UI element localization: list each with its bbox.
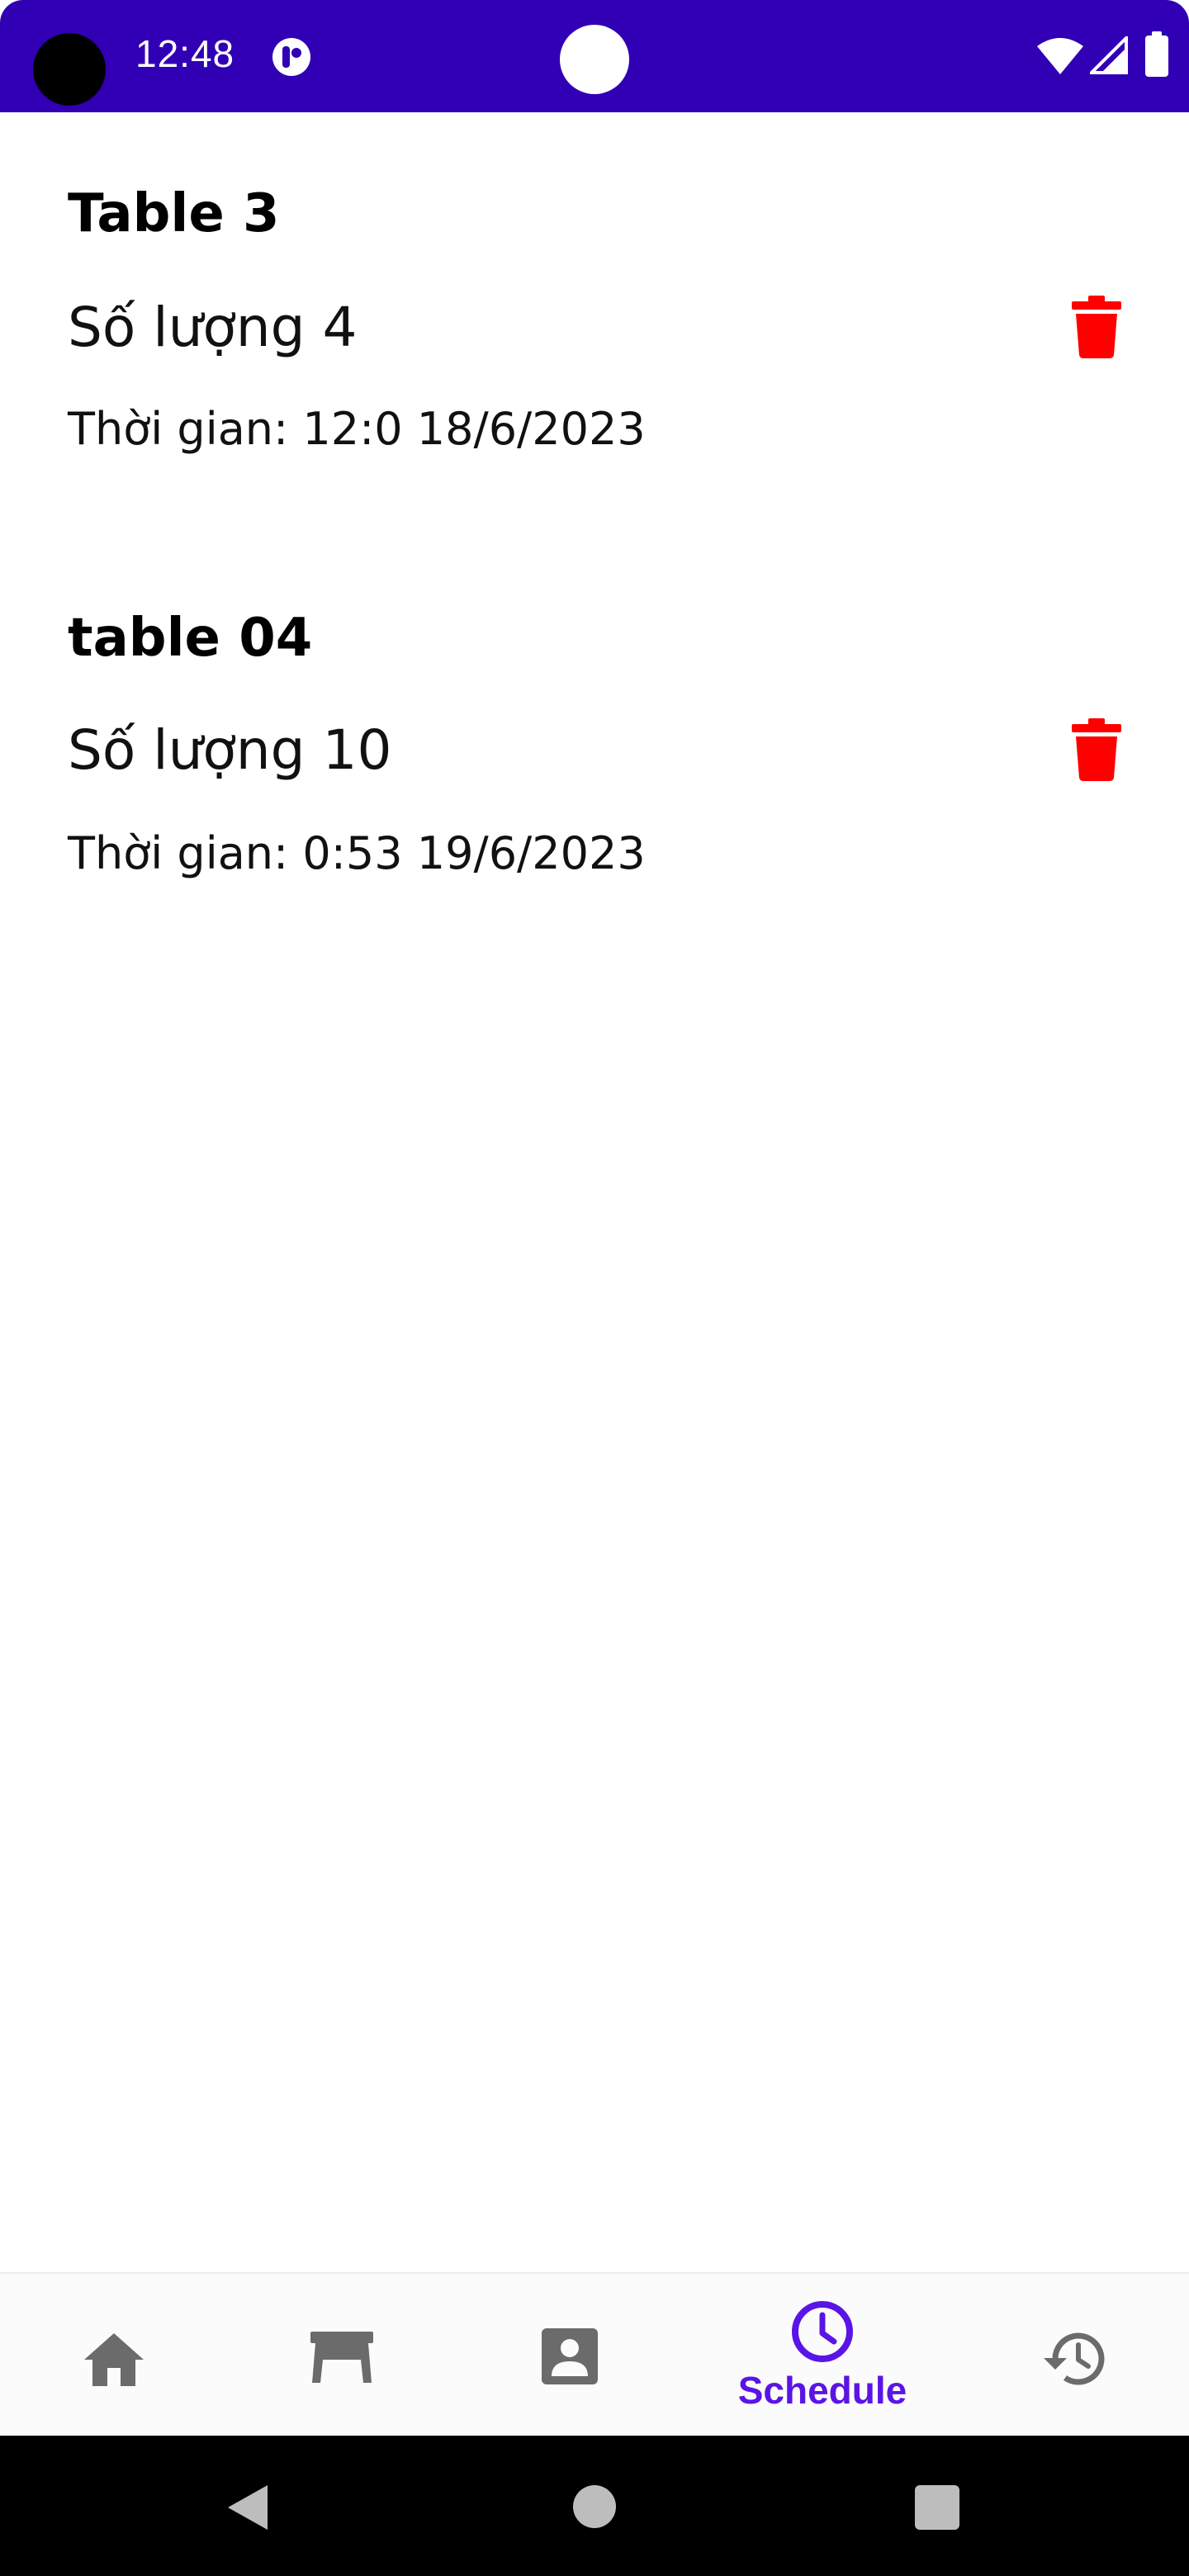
booking-table-name: Table 3 (68, 183, 280, 244)
nav-history[interactable] (992, 2274, 1158, 2437)
trash-icon (1072, 718, 1121, 781)
battery-icon (1145, 31, 1168, 77)
history-icon (1044, 2332, 1105, 2385)
system-home-button[interactable] (573, 2485, 616, 2528)
delete-booking-button[interactable] (1070, 294, 1123, 360)
nav-home[interactable] (31, 2274, 197, 2437)
booking-card: table 04 Số lượng 10 Thời gian: 0:53 19/… (0, 535, 1189, 879)
profile-icon (542, 2328, 598, 2384)
bottom-navigation: Schedule (0, 2272, 1189, 2437)
booking-time: Thời gian: 0:53 19/6/2023 (68, 827, 646, 879)
table-icon (310, 2332, 373, 2383)
nav-schedule-label: Schedule (737, 2369, 907, 2412)
booking-table-name: table 04 (68, 608, 313, 669)
home-icon (84, 2333, 144, 2386)
system-recents-button[interactable] (915, 2485, 959, 2530)
nav-tables[interactable] (259, 2274, 424, 2437)
app-notification-icon (272, 38, 310, 76)
back-icon[interactable] (225, 2482, 271, 2533)
system-navigation-bar (0, 2436, 1189, 2576)
status-center-indicator (560, 25, 629, 94)
front-camera (33, 33, 106, 106)
status-time: 12:48 (135, 32, 235, 75)
nav-profile[interactable] (487, 2274, 652, 2437)
wifi-icon (1037, 38, 1083, 74)
booking-card: Table 3 Số lượng 4 Thời gian: 12:0 18/6/… (0, 112, 1189, 455)
status-bar: 12:48 (0, 0, 1189, 112)
booking-time: Thời gian: 12:0 18/6/2023 (68, 403, 646, 455)
clock-icon (792, 2301, 853, 2362)
booking-quantity: Số lượng 10 (68, 718, 392, 782)
delete-booking-button[interactable] (1070, 717, 1123, 783)
booking-quantity: Số lượng 4 (68, 296, 358, 359)
signal-icon (1090, 36, 1128, 74)
trash-icon (1072, 296, 1121, 358)
nav-schedule[interactable]: Schedule (732, 2274, 913, 2437)
